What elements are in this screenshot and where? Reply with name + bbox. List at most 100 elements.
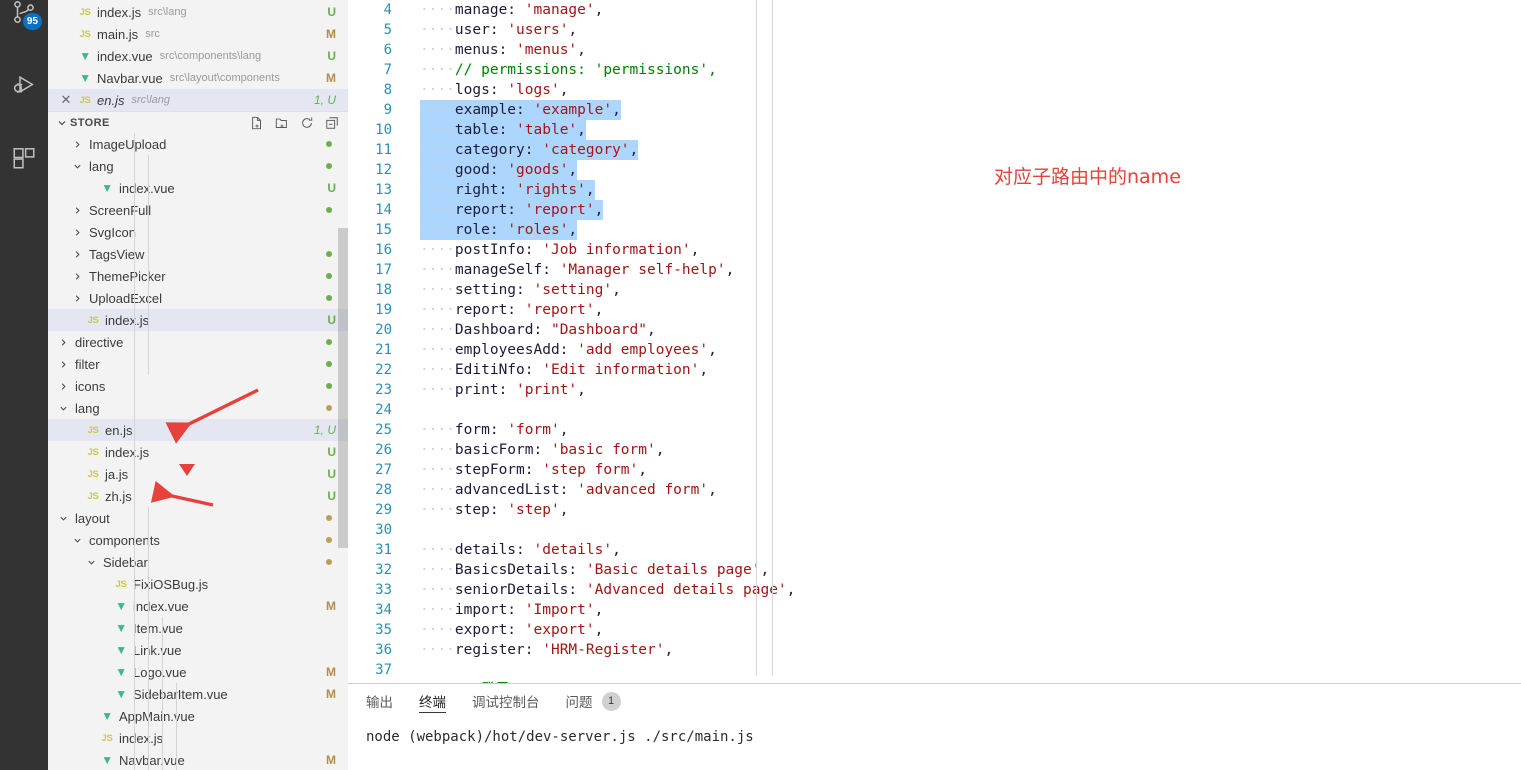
extensions-icon[interactable] — [0, 132, 48, 184]
tree-item-change-dot — [326, 163, 332, 169]
tree-file-row[interactable]: ▼ Navbar.vue M — [48, 749, 348, 770]
vue-file-icon: ▼ — [115, 599, 127, 613]
open-editor-item[interactable]: JS main.js src M — [48, 23, 348, 45]
code-line-text: ····category: 'category', — [420, 140, 639, 160]
close-icon[interactable]: ✕ — [58, 92, 74, 108]
tree-item-label: ScreenFull — [89, 202, 152, 218]
indent-dots: ···· — [420, 582, 455, 598]
open-editor-item[interactable]: ▼ Navbar.vue src\layout\components M — [48, 67, 348, 89]
tree-file-row[interactable]: JS ja.js U — [48, 463, 348, 485]
tree-folder-row[interactable]: layout — [48, 507, 348, 529]
tree-folder-row[interactable]: SvgIcon — [48, 221, 348, 243]
tree-file-row[interactable]: JS index.js U — [48, 309, 348, 331]
line-number: 10 — [375, 122, 392, 138]
code-token-key: example: — [454, 102, 525, 118]
code-line: 22 ····EditiNfo: 'Edit information', — [348, 360, 1521, 380]
tree-item-change-dot — [326, 515, 332, 521]
panel-tab[interactable]: 终端 — [419, 684, 446, 718]
tree-file-row[interactable]: ▼ Logo.vue M — [48, 661, 348, 683]
code-token-str: 'basic form' — [550, 442, 656, 458]
code-token-punc: , — [594, 2, 604, 18]
tree-item-change-dot — [326, 383, 332, 389]
tree-folder-row[interactable]: TagsView — [48, 243, 348, 265]
refresh-icon[interactable] — [299, 115, 315, 131]
open-editor-name: main.js — [97, 26, 139, 42]
tree-folder-row[interactable]: UploadExcel — [48, 287, 348, 309]
code-token-punc: , — [725, 262, 735, 278]
tree-item-change-dot — [326, 273, 332, 279]
line-number: 13 — [375, 182, 392, 198]
code-line-text: ····stepForm: 'step form', — [420, 460, 647, 480]
vue-file-icon: ▼ — [101, 181, 113, 195]
code-token-str: 'example' — [533, 102, 613, 118]
tree-folder-row[interactable]: icons — [48, 375, 348, 397]
tree-file-row[interactable]: ▼ AppMain.vue — [48, 705, 348, 727]
code-line-text: ····menus: 'menus', — [420, 40, 586, 60]
tree-folder-row[interactable]: ImageUpload — [48, 133, 348, 155]
vscode-window: 95 JS index.js src\lang U JS main.js src M ▼ inde… — [0, 0, 1521, 770]
tree-folder-row[interactable]: components — [48, 529, 348, 551]
open-editor-name: index.js — [97, 4, 142, 20]
tree-folder-row[interactable]: ScreenFull — [48, 199, 348, 221]
new-file-icon[interactable] — [249, 115, 265, 131]
code-token-punc: , — [594, 202, 604, 218]
terminal-output-line: node (webpack)/hot/dev-server.js ./src/m… — [366, 729, 754, 745]
tree-file-row[interactable]: ▼ SidebarItem.vue M — [48, 683, 348, 705]
sidebar-scrollbar[interactable] — [338, 228, 348, 548]
open-editor-item[interactable]: ✕ JS en.js src\lang 1, U — [48, 89, 348, 111]
run-debug-icon[interactable] — [0, 58, 48, 110]
panel-tab[interactable]: 调试控制台 — [472, 684, 540, 718]
js-file-icon: JS — [87, 314, 99, 326]
tree-folder-row[interactable]: ThemePicker — [48, 265, 348, 287]
code-token-str: 'details' — [533, 542, 613, 558]
line-number: 33 — [375, 582, 392, 598]
code-token-key: Dashboard: — [454, 322, 543, 338]
open-editor-item[interactable]: JS index.js src\lang U — [48, 1, 348, 23]
code-line: 15 ····role: 'roles', — [348, 220, 1521, 240]
tree-file-row[interactable]: JS FixiOSBug.js — [48, 573, 348, 595]
code-line-text: ····print: 'print', — [420, 380, 586, 400]
collapse-all-icon[interactable] — [324, 115, 340, 131]
store-section-header[interactable]: STORE — [48, 111, 348, 133]
open-editor-item[interactable]: ▼ index.vue src\components\lang U — [48, 45, 348, 67]
code-token-str: 'manage' — [524, 2, 595, 18]
indent-dots: ···· — [420, 102, 455, 118]
tree-file-row[interactable]: JS zh.js U — [48, 485, 348, 507]
code-line: 28 ····advancedList: 'advanced form', — [348, 480, 1521, 500]
tree-folder-row[interactable]: lang — [48, 155, 348, 177]
source-control-icon[interactable]: 95 — [0, 0, 48, 38]
tree-file-row[interactable]: JS en.js 1, U — [48, 419, 348, 441]
tree-folder-row[interactable]: directive — [48, 331, 348, 353]
tree-file-row[interactable]: ▼ Link.vue — [48, 639, 348, 661]
tree-file-row[interactable]: ▼ index.vue U — [48, 177, 348, 199]
code-line: 26 ····basicForm: 'basic form', — [348, 440, 1521, 460]
tree-folder-row[interactable]: Sidebar — [48, 551, 348, 573]
code-token-punc: , — [594, 302, 604, 318]
code-token-key: setting: — [454, 282, 525, 298]
code-line-text: ····import: 'Import', — [420, 600, 603, 620]
tree-file-row[interactable]: JS index.js — [48, 727, 348, 749]
tree-indent-guide — [176, 683, 177, 770]
open-editor-name: en.js — [97, 92, 125, 108]
tree-file-row[interactable]: JS index.js U — [48, 441, 348, 463]
code-editor[interactable]: 4 ····manage: 'manage', 5 ····user: 'users'… — [348, 0, 1521, 683]
code-line-text: ····Dashboard: "Dashboard", — [420, 320, 656, 340]
tree-folder-row[interactable]: filter — [48, 353, 348, 375]
panel-tab[interactable]: 问题 1 — [566, 684, 621, 718]
code-line: 24 — [348, 400, 1521, 420]
panel-tab[interactable]: 输出 — [366, 684, 393, 718]
line-number: 8 — [383, 82, 392, 98]
panel-tab-label: 调试控制台 — [472, 695, 540, 711]
tree-folder-row[interactable]: lang — [48, 397, 348, 419]
tree-file-row[interactable]: ▼ index.vue M — [48, 595, 348, 617]
code-line: 10 ····table: 'table', — [348, 120, 1521, 140]
vue-file-icon: ▼ — [79, 71, 91, 85]
new-folder-icon[interactable] — [274, 115, 290, 131]
tree-file-row[interactable]: ▼ Item.vue — [48, 617, 348, 639]
